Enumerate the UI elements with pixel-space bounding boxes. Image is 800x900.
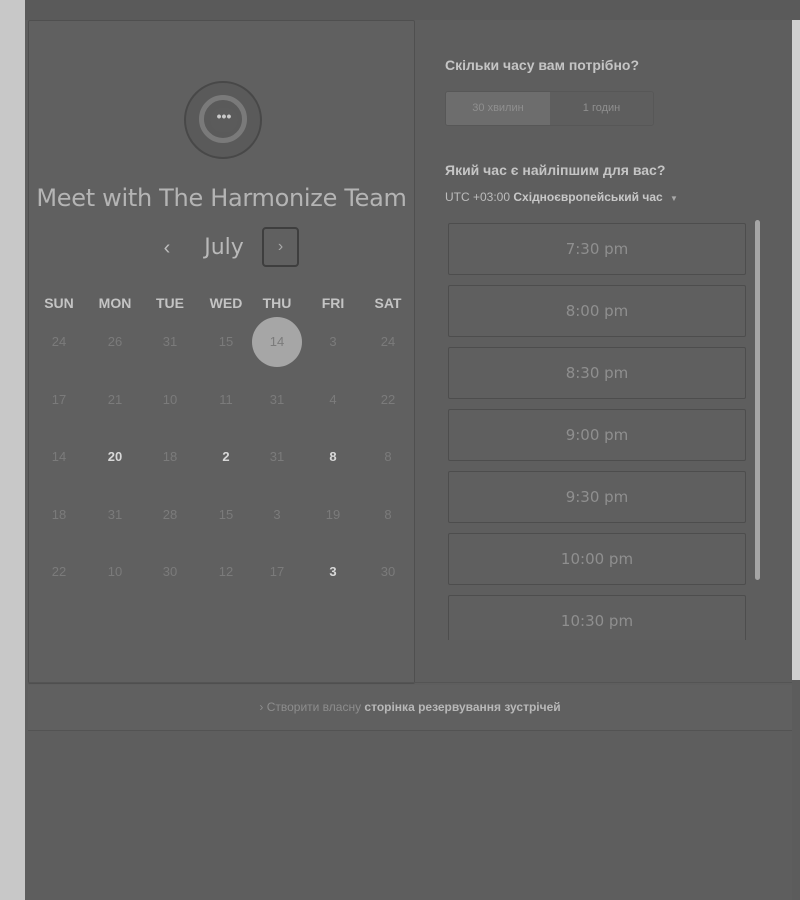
calendar-day[interactable]: 3 <box>308 547 358 597</box>
duration-1hour-button[interactable]: 1 годин <box>550 92 653 125</box>
month-label: July <box>204 235 244 260</box>
calendar-day-label: 14 <box>269 334 285 349</box>
calendar-day: 8 <box>384 506 392 522</box>
top-edge <box>25 0 800 20</box>
chat-logo-icon: ••• <box>199 95 247 143</box>
time-slot-list: 7:30 pm 8:00 pm 8:30 pm 9:00 pm 9:30 pm … <box>448 223 748 640</box>
page-title: Meet with The Harmonize Team <box>36 184 407 212</box>
weekday-sat: SAT <box>374 295 402 311</box>
weekday-tue: TUE <box>156 295 184 311</box>
calendar-day: 26 <box>107 334 123 349</box>
slot-list-scrollbar[interactable] <box>755 220 760 580</box>
calendar-day[interactable]: 14 <box>252 317 302 367</box>
calendar-day: 8 <box>384 449 392 464</box>
calendar-day: 17 <box>51 391 67 407</box>
calendar-day: 22 <box>51 564 67 579</box>
calendar-day: 30 <box>380 564 396 579</box>
caret-down-icon: ▼ <box>670 194 678 203</box>
calendar-day: 12 <box>218 564 234 579</box>
footer-divider <box>28 682 792 683</box>
weekday-thu: THU <box>262 295 292 311</box>
page-scrollbar[interactable] <box>792 20 800 680</box>
calendar-day[interactable]: 2 <box>201 432 251 482</box>
calendar-day[interactable]: 20 <box>90 432 140 482</box>
calendar-day: 21 <box>107 391 123 407</box>
timezone-offset: UTC +03:00 <box>445 190 511 204</box>
calendar-day: 28 <box>162 506 178 522</box>
calendar-day: 10 <box>107 564 123 579</box>
calendar-day: 17 <box>269 564 285 579</box>
calendar-day: 22 <box>380 391 396 407</box>
time-question: Який час є найліпшим для вас? <box>445 162 666 178</box>
calendar-day: 15 <box>218 334 234 349</box>
time-slot[interactable]: 8:30 pm <box>448 347 746 399</box>
time-slot[interactable]: 7:30 pm <box>448 223 746 275</box>
calendar-day: 19 <box>325 506 341 522</box>
weekday-header: SUN MON TUE WED THU FRI SAT <box>29 295 414 315</box>
left-edge <box>0 0 25 900</box>
calendar-day: 10 <box>162 391 178 407</box>
footer-prefix: Створити власну <box>266 700 362 714</box>
calendar-day: 31 <box>162 334 178 349</box>
calendar-day[interactable]: 8 <box>308 432 358 482</box>
calendar-day: 24 <box>380 334 396 349</box>
calendar-day: 4 <box>329 391 337 407</box>
footer-arrow-icon: › <box>259 700 267 714</box>
time-slot[interactable]: 8:00 pm <box>448 285 746 337</box>
time-slot[interactable]: 10:30 pm <box>448 595 746 640</box>
calendar-day: 3 <box>273 506 281 522</box>
duration-30min-button[interactable]: 30 хвилин <box>446 92 550 125</box>
booking-page: ••• Meet with The Harmonize Team ‹ July … <box>25 20 792 900</box>
footer-banner: › Створити власну сторінка резервування … <box>28 685 792 731</box>
weekday-mon: MON <box>98 295 132 311</box>
duration-question: Скільки часу вам потрібно? <box>445 57 640 73</box>
timezone-name: Східноєвропейський час <box>513 190 663 204</box>
next-month-button[interactable]: › <box>262 227 299 267</box>
duration-toggle: 30 хвилин 1 годин <box>445 91 654 126</box>
weekday-fri: FRI <box>321 295 345 311</box>
calendar-panel: ••• Meet with The Harmonize Team ‹ July … <box>28 20 415 684</box>
create-booking-page-link[interactable]: сторінка резервування зустрічей <box>364 700 560 714</box>
timezone-selector[interactable]: UTC +03:00 Східноєвропейський час ▼ <box>445 190 678 204</box>
prev-month-button[interactable]: ‹ <box>155 233 179 263</box>
calendar-day: 18 <box>162 449 178 464</box>
time-slot[interactable]: 10:00 pm <box>448 533 746 585</box>
chat-bubble-icon: ••• <box>210 107 238 133</box>
time-slot[interactable]: 9:30 pm <box>448 471 746 523</box>
team-avatar: ••• <box>184 81 262 159</box>
calendar-day: 18 <box>51 506 67 522</box>
calendar-day: 3 <box>329 334 337 349</box>
calendar-day: 24 <box>51 334 67 349</box>
weekday-sun: SUN <box>44 295 74 311</box>
calendar-day: 11 <box>219 391 233 407</box>
calendar-day: 14 <box>51 449 67 464</box>
weekday-wed: WED <box>209 295 243 311</box>
calendar-day: 31 <box>269 449 285 464</box>
calendar-day: 30 <box>162 564 178 579</box>
calendar-day: 31 <box>269 391 285 407</box>
calendar-day: 15 <box>218 506 234 522</box>
calendar-day: 31 <box>107 506 123 522</box>
time-slot[interactable]: 9:00 pm <box>448 409 746 461</box>
